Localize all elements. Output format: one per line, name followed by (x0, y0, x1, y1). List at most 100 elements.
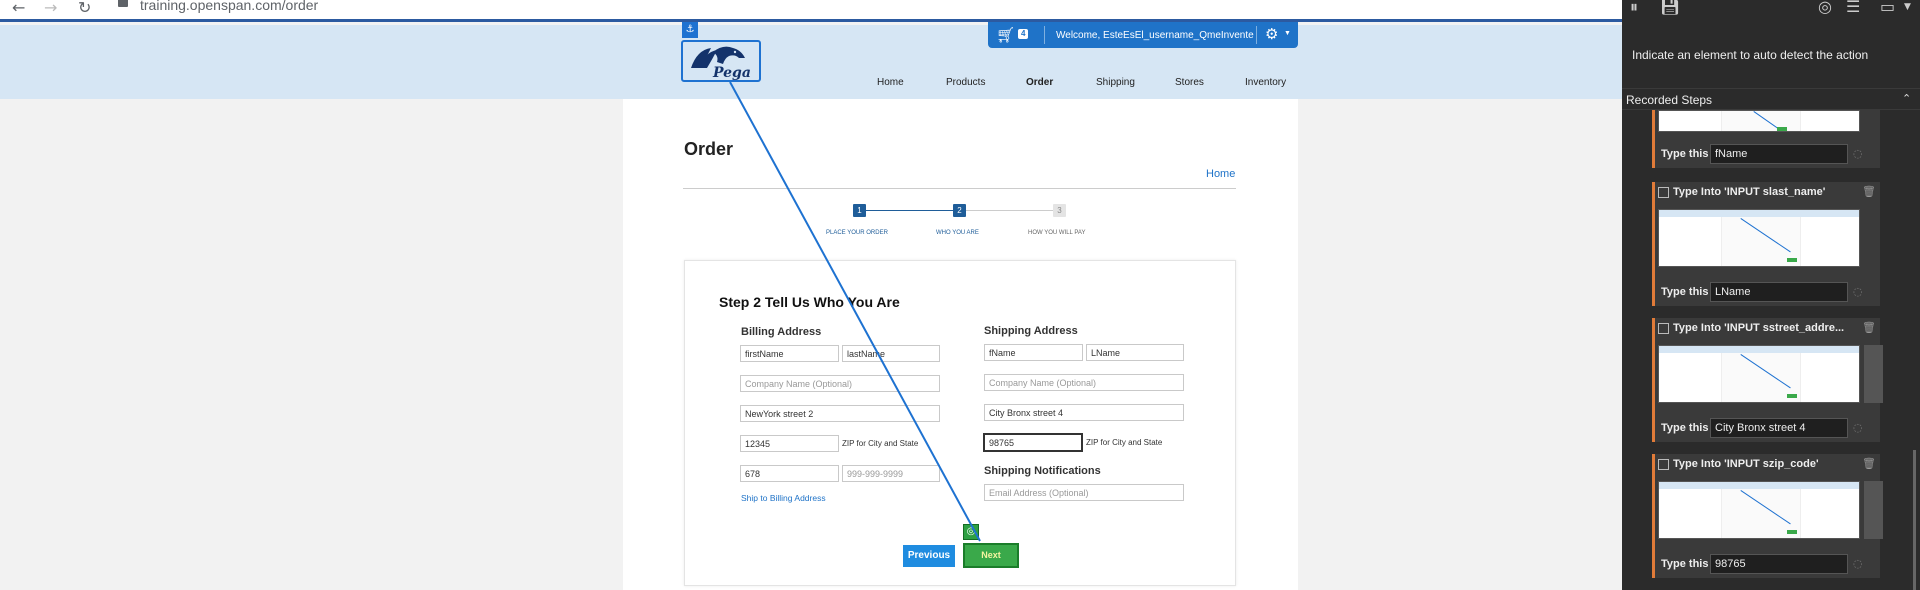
shipping-notifications-heading: Shipping Notifications (984, 465, 1101, 477)
divider (1044, 26, 1045, 44)
type-this-label: Type this (1661, 286, 1709, 298)
step-thumbnail (1658, 481, 1860, 539)
target-icon: ◎ (963, 524, 979, 540)
nav-products[interactable]: Products (946, 77, 985, 88)
eye-slash-icon[interactable]: ◌ (1853, 147, 1863, 160)
pega-logo[interactable]: Pega (681, 40, 761, 82)
eye-slash-icon[interactable]: ◌ (1853, 421, 1863, 434)
step-value-input[interactable]: 98765 (1710, 554, 1848, 574)
trash-icon[interactable]: 🗑︎ (1862, 321, 1876, 334)
recorded-step-card[interactable]: Type this fName ◌ (1652, 110, 1880, 168)
panel-toolbar: ⏸ 💾︎ ◎ ☰ ▭ ▼ (1622, 0, 1920, 22)
shipping-last-name-input[interactable]: LName (1086, 344, 1184, 361)
eye-slash-icon[interactable]: ◌ (1853, 285, 1863, 298)
step-value-input[interactable]: fName (1710, 144, 1848, 164)
forward-icon[interactable]: → (44, 0, 57, 17)
back-icon[interactable]: ← (12, 0, 25, 17)
recorded-steps-header[interactable]: Recorded Steps ⌃ (1622, 88, 1920, 110)
divider (1256, 26, 1257, 44)
billing-area-code-input[interactable]: 678 (740, 465, 839, 482)
nav-inventory[interactable]: Inventory (1245, 77, 1286, 88)
thumb-body (1721, 111, 1801, 131)
step-title: Step 2 Tell Us Who You Are (719, 294, 900, 310)
site-header (0, 25, 1622, 99)
step-3-label: HOW YOU WILL PAY (1028, 230, 1086, 236)
shipping-street-input[interactable]: City Bronx street 4 (984, 404, 1184, 421)
step-1-label: PLACE YOUR ORDER (826, 230, 888, 236)
billing-phone-input[interactable]: 999-999-9999 (842, 465, 940, 482)
recorder-panel: ⏸ 💾︎ ◎ ☰ ▭ ▼ Indicate an element to auto… (1622, 0, 1920, 590)
step-value-input[interactable]: City Bronx street 4 (1710, 418, 1848, 438)
thumb-highlight (1777, 127, 1787, 131)
thumb-header (1659, 346, 1859, 353)
input-icon (1658, 323, 1669, 334)
welcome-text: Welcome, EsteEsEl_username_QmeInvente (1056, 30, 1254, 41)
nav-stores[interactable]: Stores (1175, 77, 1204, 88)
type-this-label: Type this (1661, 148, 1709, 160)
thumb-header (1659, 210, 1859, 217)
home-link[interactable]: Home (1206, 168, 1235, 180)
billing-first-name-input[interactable]: firstName (740, 345, 839, 362)
previous-button[interactable]: Previous (903, 545, 955, 567)
thumb-highlight (1787, 258, 1797, 262)
cart-icon[interactable]: 🛒︎ (996, 26, 1015, 44)
ship-to-billing-link[interactable]: Ship to Billing Address (741, 493, 826, 503)
panel-prompt: Indicate an element to auto detect the a… (1632, 48, 1869, 62)
shipping-heading: Shipping Address (984, 325, 1078, 337)
stepper-line (966, 210, 1060, 211)
recorded-step-card[interactable]: Type Into 'INPUT szip_code' 🗑︎ Type this… (1652, 454, 1883, 578)
eye-slash-icon[interactable]: ◌ (1853, 557, 1863, 570)
chevron-up-icon[interactable]: ⌃ (1902, 92, 1911, 105)
cart-count-badge: 4 (1018, 29, 1029, 39)
step-thumbnail (1658, 209, 1860, 267)
step-title: Type Into 'INPUT slast_name' (1673, 186, 1826, 198)
billing-street-input[interactable]: NewYork street 2 (740, 405, 940, 422)
target-detect-icon[interactable]: ◎ (1818, 0, 1832, 16)
step-2-marker: 2 (953, 204, 966, 217)
list-icon[interactable]: ☰ (1846, 0, 1860, 16)
thumbnail-strip (1864, 481, 1883, 539)
thumb-highlight (1787, 394, 1797, 398)
trash-icon[interactable]: 🗑︎ (1862, 185, 1876, 198)
nav-order[interactable]: Order (1026, 77, 1053, 88)
input-icon (1658, 187, 1669, 198)
save-icon[interactable]: 💾︎ (1660, 0, 1680, 16)
recorded-step-card[interactable]: Type Into 'INPUT slast_name' 🗑︎ Type thi… (1652, 182, 1880, 306)
type-this-label: Type this (1661, 558, 1709, 570)
step-thumbnail (1658, 345, 1860, 403)
recorded-step-card[interactable]: Type Into 'INPUT sstreet_addre... 🗑︎ Typ… (1652, 318, 1883, 442)
thumbnail-strip (1864, 345, 1883, 403)
shipping-first-name-input[interactable]: fName (984, 344, 1083, 361)
gear-icon[interactable]: ⚙ (1265, 25, 1278, 43)
billing-zip-hint: ZIP for City and State (842, 439, 919, 448)
billing-last-name-input[interactable]: lastName (842, 345, 940, 362)
browser-toolbar: ← → ↻ training.openspan.com/order (0, 0, 1622, 22)
shipping-email-input[interactable]: Email Address (Optional) (984, 484, 1184, 501)
shipping-zip-hint: ZIP for City and State (1086, 438, 1163, 447)
stepper-line (866, 210, 960, 211)
step-title: Type Into 'INPUT szip_code' (1673, 458, 1819, 470)
thumb-header (1659, 482, 1859, 489)
step-1-marker: 1 (853, 204, 866, 217)
step-value-input[interactable]: LName (1710, 282, 1848, 302)
shipping-company-input[interactable]: Company Name (Optional) (984, 374, 1184, 391)
reload-icon[interactable]: ↻ (78, 0, 91, 17)
divider (683, 188, 1236, 189)
anchor-icon[interactable]: ⚓ (682, 22, 698, 38)
shipping-zip-input[interactable]: 98765 (983, 433, 1083, 452)
billing-zip-input[interactable]: 12345 (740, 435, 839, 452)
pause-icon[interactable]: ⏸ (1630, 0, 1638, 17)
step-title: Type Into 'INPUT sstreet_addre... (1673, 322, 1845, 334)
chevron-down-icon[interactable]: ▼ (1904, 2, 1911, 12)
address-bar[interactable]: training.openspan.com/order (140, 0, 318, 13)
chevron-down-icon[interactable]: ▼ (1284, 30, 1291, 37)
trash-icon[interactable]: 🗑︎ (1862, 457, 1876, 470)
window-icon[interactable]: ▭ (1880, 0, 1895, 16)
panel-scrollbar[interactable] (1913, 450, 1916, 590)
page-title: Order (684, 139, 734, 159)
billing-heading: Billing Address (741, 326, 822, 338)
billing-company-input[interactable]: Company Name (Optional) (740, 375, 940, 392)
nav-shipping[interactable]: Shipping (1096, 77, 1135, 88)
next-button[interactable]: Next (963, 543, 1019, 568)
nav-home[interactable]: Home (877, 77, 904, 88)
